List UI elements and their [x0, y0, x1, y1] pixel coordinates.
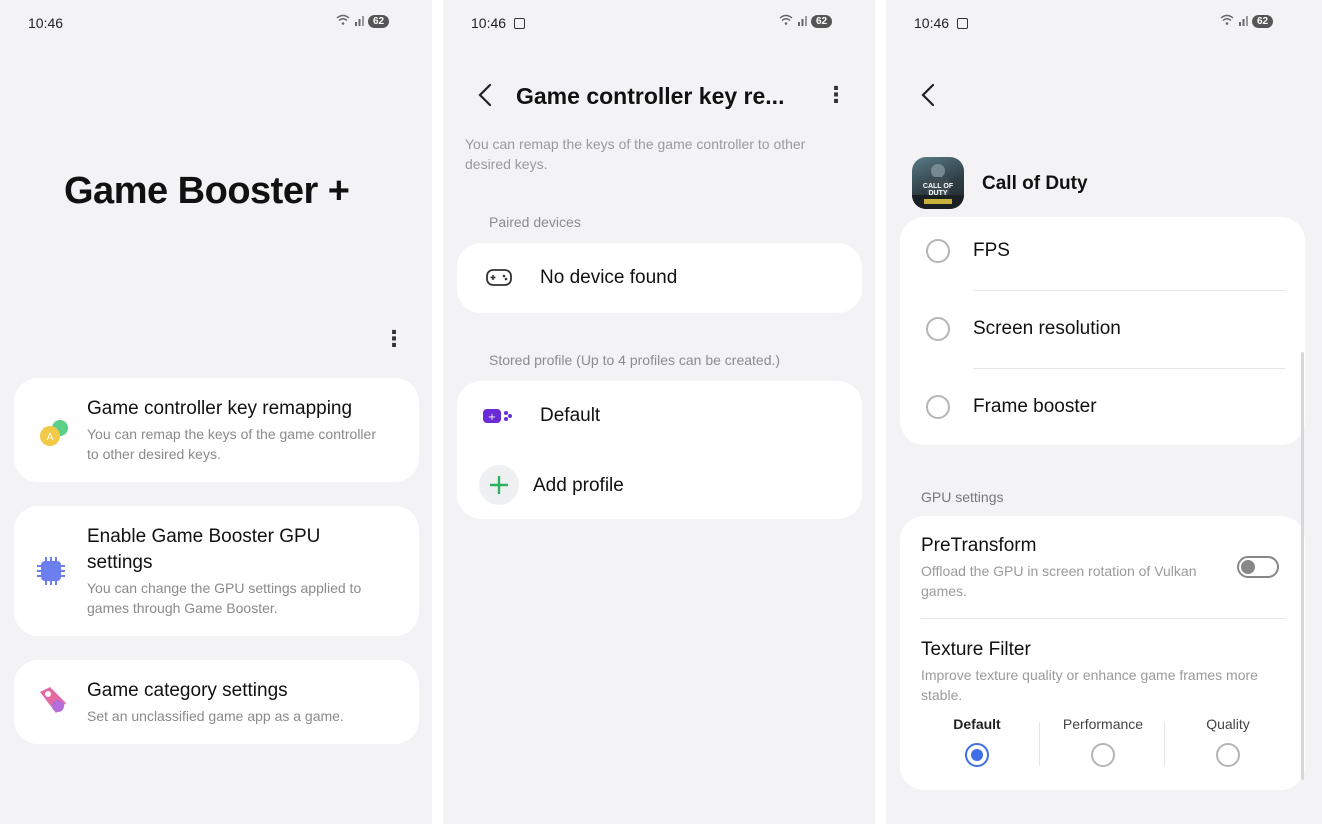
game-options-card: FPS Screen resolution Frame booster — [900, 217, 1305, 445]
page-title: Game Booster + — [64, 170, 350, 212]
page-title: Game controller key re... — [516, 83, 785, 109]
status-time: 10:46 — [28, 15, 64, 31]
game-settings-screen: 10:46 62 CALL OF DUTY Call of Duty FPS S… — [886, 0, 1322, 824]
pretransform-toggle[interactable] — [1237, 556, 1279, 578]
texture-filter-title: Texture Filter — [921, 639, 1031, 660]
status-icons: 62 — [336, 14, 390, 29]
controller-remap-screen: 10:46 62 Game controller key re... ⋮ You… — [443, 0, 875, 824]
option-frame-booster[interactable]: Frame booster — [900, 373, 1305, 443]
item-description: You can change the GPU settings applied … — [87, 580, 362, 616]
texture-option-quality[interactable]: Quality — [1178, 716, 1278, 776]
wifi-icon — [1220, 14, 1234, 29]
item-title: Enable Game Booster GPU settings — [87, 526, 321, 573]
option-label: Frame booster — [973, 396, 1097, 417]
item-description: You can remap the keys of the game contr… — [87, 426, 376, 462]
gamepad-icon — [485, 267, 513, 294]
pretransform-description: Offload the GPU in screen rotation of Vu… — [921, 563, 1197, 599]
option-label: Screen resolution — [973, 318, 1121, 339]
status-icons: 62 — [1220, 14, 1274, 29]
gpu-settings-item[interactable]: Enable Game Booster GPU settings You can… — [14, 506, 419, 636]
gpu-settings-label: GPU settings — [921, 489, 1004, 505]
add-profile-button[interactable]: Add profile — [457, 451, 862, 519]
divider — [1164, 722, 1165, 766]
no-device-text: No device found — [540, 267, 678, 288]
option-fps[interactable]: FPS — [900, 217, 1305, 287]
item-title: Game controller key remapping — [87, 398, 353, 419]
texture-filter-description: Improve texture quality or enhance game … — [921, 667, 1258, 703]
app-icon-label: CALL OF DUTY — [922, 183, 954, 197]
status-time: 10:46 — [471, 15, 526, 31]
no-device-row: No device found — [457, 243, 862, 313]
divider — [1039, 722, 1040, 766]
svg-text:A: A — [47, 432, 54, 443]
signal-icon — [354, 15, 364, 29]
more-options-icon[interactable]: ⋮ — [825, 84, 847, 106]
battery-level: 62 — [1252, 15, 1274, 28]
resolution-radio[interactable] — [926, 317, 950, 341]
controller-key-icon: A — [36, 416, 72, 452]
app-name: Call of Duty — [982, 173, 1088, 194]
svg-text:+: + — [488, 412, 496, 423]
back-icon[interactable] — [918, 82, 942, 110]
choice-label: Default — [953, 716, 1001, 732]
controller-profile-icon: + — [483, 407, 515, 430]
wifi-icon — [336, 14, 350, 29]
fps-radio[interactable] — [926, 239, 950, 263]
pretransform-title: PreTransform — [921, 535, 1037, 556]
frame-booster-radio[interactable] — [926, 395, 950, 419]
controller-remap-item[interactable]: A Game controller key remapping You can … — [14, 378, 419, 482]
texture-option-default[interactable]: Default — [927, 716, 1027, 776]
item-description: Set an unclassified game app as a game. — [87, 708, 344, 724]
plus-icon — [479, 465, 519, 505]
status-time: 10:46 — [914, 15, 969, 31]
signal-icon — [797, 15, 807, 29]
toggle-knob — [1241, 560, 1255, 574]
wifi-icon — [779, 14, 793, 29]
default-radio[interactable] — [965, 743, 989, 767]
signal-icon — [1238, 15, 1248, 29]
option-screen-resolution[interactable]: Screen resolution — [900, 295, 1305, 365]
tag-icon — [36, 684, 70, 718]
gpu-settings-card: PreTransform Offload the GPU in screen r… — [900, 516, 1305, 790]
option-label: FPS — [973, 240, 1010, 261]
more-options-icon[interactable]: ⋮ — [383, 328, 405, 350]
page-description: You can remap the keys of the game contr… — [465, 136, 806, 172]
battery-level: 62 — [811, 15, 833, 28]
status-icons: 62 — [779, 14, 833, 29]
performance-radio[interactable] — [1091, 743, 1115, 767]
divider — [973, 290, 1285, 291]
profile-name: Default — [540, 405, 601, 426]
back-icon[interactable] — [475, 82, 499, 110]
texture-option-performance[interactable]: Performance — [1050, 716, 1156, 776]
item-title: Game category settings — [87, 680, 288, 701]
notification-icon — [957, 18, 969, 29]
profile-item-default[interactable]: + Default — [457, 381, 862, 451]
game-booster-screen: 10:46 62 Game Booster + ⋮ A Game control… — [0, 0, 432, 824]
choice-label: Quality — [1206, 716, 1250, 732]
paired-devices-label: Paired devices — [489, 214, 581, 230]
gpu-chip-icon — [36, 556, 66, 586]
add-profile-label: Add profile — [533, 475, 624, 496]
divider — [973, 368, 1285, 369]
notification-icon — [514, 18, 526, 29]
quality-radio[interactable] — [1216, 743, 1240, 767]
scrollbar[interactable] — [1301, 352, 1304, 780]
stored-profile-label: Stored profile (Up to 4 profiles can be … — [489, 352, 781, 368]
divider — [921, 618, 1285, 619]
battery-level: 62 — [368, 15, 390, 28]
game-category-item[interactable]: Game category settings Set an unclassifi… — [14, 660, 419, 744]
choice-label: Performance — [1062, 716, 1144, 732]
profiles-card: + Default Add profile — [457, 381, 862, 519]
app-icon: CALL OF DUTY — [912, 157, 964, 209]
